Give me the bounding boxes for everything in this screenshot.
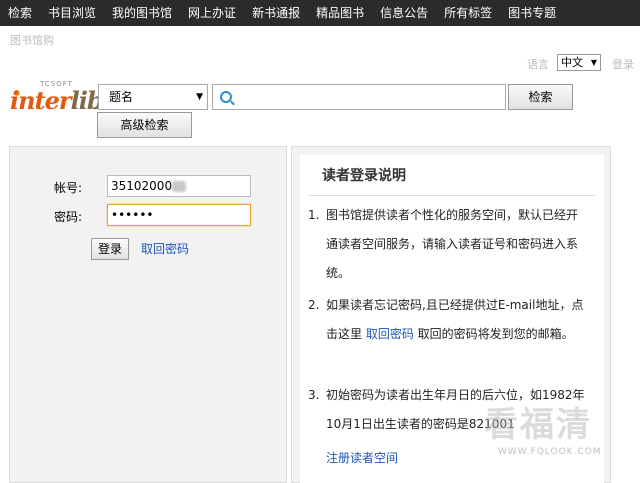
breadcrumb-bar: 图书馆购 [0,26,640,50]
instruction-text-part: 取回的密码将发到您的邮箱。 [413,327,574,341]
search-type-value: 题名 [109,90,134,104]
account-label: 帐号: [54,181,83,195]
password-input[interactable]: •••••• [107,204,251,226]
instruction-item-3: 3. 初始密码为读者出生年月日的后六位，如1982年10月1日出生读者的密码是8… [308,381,588,439]
search-icon [220,91,232,103]
instruction-number: 1. [308,208,320,222]
account-input[interactable]: 35102000 [107,175,251,197]
language-selected-value: 中文 [561,56,583,69]
breadcrumb: 图书馆购 [10,34,54,47]
top-navigation: 检索 书目浏览 我的图书馆 网上办证 新书通报 精品图书 信息公告 所有标签 图… [0,0,640,26]
instructions-title: 读者登录说明 [322,168,406,184]
search-button[interactable]: 检索 [508,84,573,110]
instruction-number: 2. [308,298,320,312]
nav-item-announcements[interactable]: 信息公告 [372,0,436,26]
search-box[interactable] [212,84,506,110]
password-value: •••••• [111,208,154,222]
redacted-mask [172,181,187,192]
search-input[interactable] [237,87,502,107]
interlib-logo: TCSOFT interlib [10,80,104,120]
language-select[interactable]: 中文 ▼ [557,54,601,71]
nav-item-book-topics[interactable]: 图书专题 [500,0,564,26]
nav-item-new-books[interactable]: 新书通报 [244,0,308,26]
login-button[interactable]: 登录 [91,238,129,260]
nav-item-browse[interactable]: 书目浏览 [40,0,104,26]
search-type-select[interactable]: 题名 ▼ [98,84,208,110]
language-label: 语言 [527,58,549,71]
retrieve-password-inline-link[interactable]: 取回密码 [366,327,414,341]
register-reader-space-link[interactable]: 注册读者空间 [326,449,398,466]
instruction-number: 3. [308,388,320,402]
dropdown-arrow-icon: ▼ [196,92,203,102]
logo-word-inter: inter [10,86,72,115]
instruction-text: 初始密码为读者出生年月日的后六位，如1982年10月1日出生读者的密码是8210… [326,388,585,431]
nav-item-online-card[interactable]: 网上办证 [180,0,244,26]
account-value: 35102000 [111,179,173,193]
logo-wordmark: interlib [10,86,104,115]
instructions-content: 读者登录说明 1. 图书馆提供读者个性化的服务空间，默认已经开通读者空间服务，请… [300,155,604,483]
retrieve-password-link[interactable]: 取回密码 [141,240,189,257]
divider [308,195,596,196]
advanced-search-button[interactable]: 高级检索 [97,112,192,138]
instruction-item-2: 2. 如果读者忘记密码,且已经提供过E-mail地址，点击这里 取回密码 取回的… [308,291,588,349]
instruction-item-1: 1. 图书馆提供读者个性化的服务空间，默认已经开通读者空间服务，请输入读者证号和… [308,201,588,288]
nav-item-my-library[interactable]: 我的图书馆 [104,0,180,26]
dropdown-arrow-icon: ▼ [590,58,597,67]
password-label: 密码: [54,210,83,224]
nav-item-search[interactable]: 检索 [0,0,40,26]
nav-item-all-tags[interactable]: 所有标签 [436,0,500,26]
nav-item-featured-books[interactable]: 精品图书 [308,0,372,26]
instruction-text: 如果读者忘记密码,且已经提供过E-mail地址，点击这里 取回密码 取回的密码将… [326,291,588,349]
instructions-panel: 读者登录说明 1. 图书馆提供读者个性化的服务空间，默认已经开通读者空间服务，请… [291,146,611,483]
instruction-text: 图书馆提供读者个性化的服务空间，默认已经开通读者空间服务，请输入读者证号和密码进… [326,208,579,280]
login-panel: 帐号: 35102000 密码: •••••• 登录 取回密码 [9,146,287,483]
login-top-link[interactable]: 登录 [612,56,634,72]
